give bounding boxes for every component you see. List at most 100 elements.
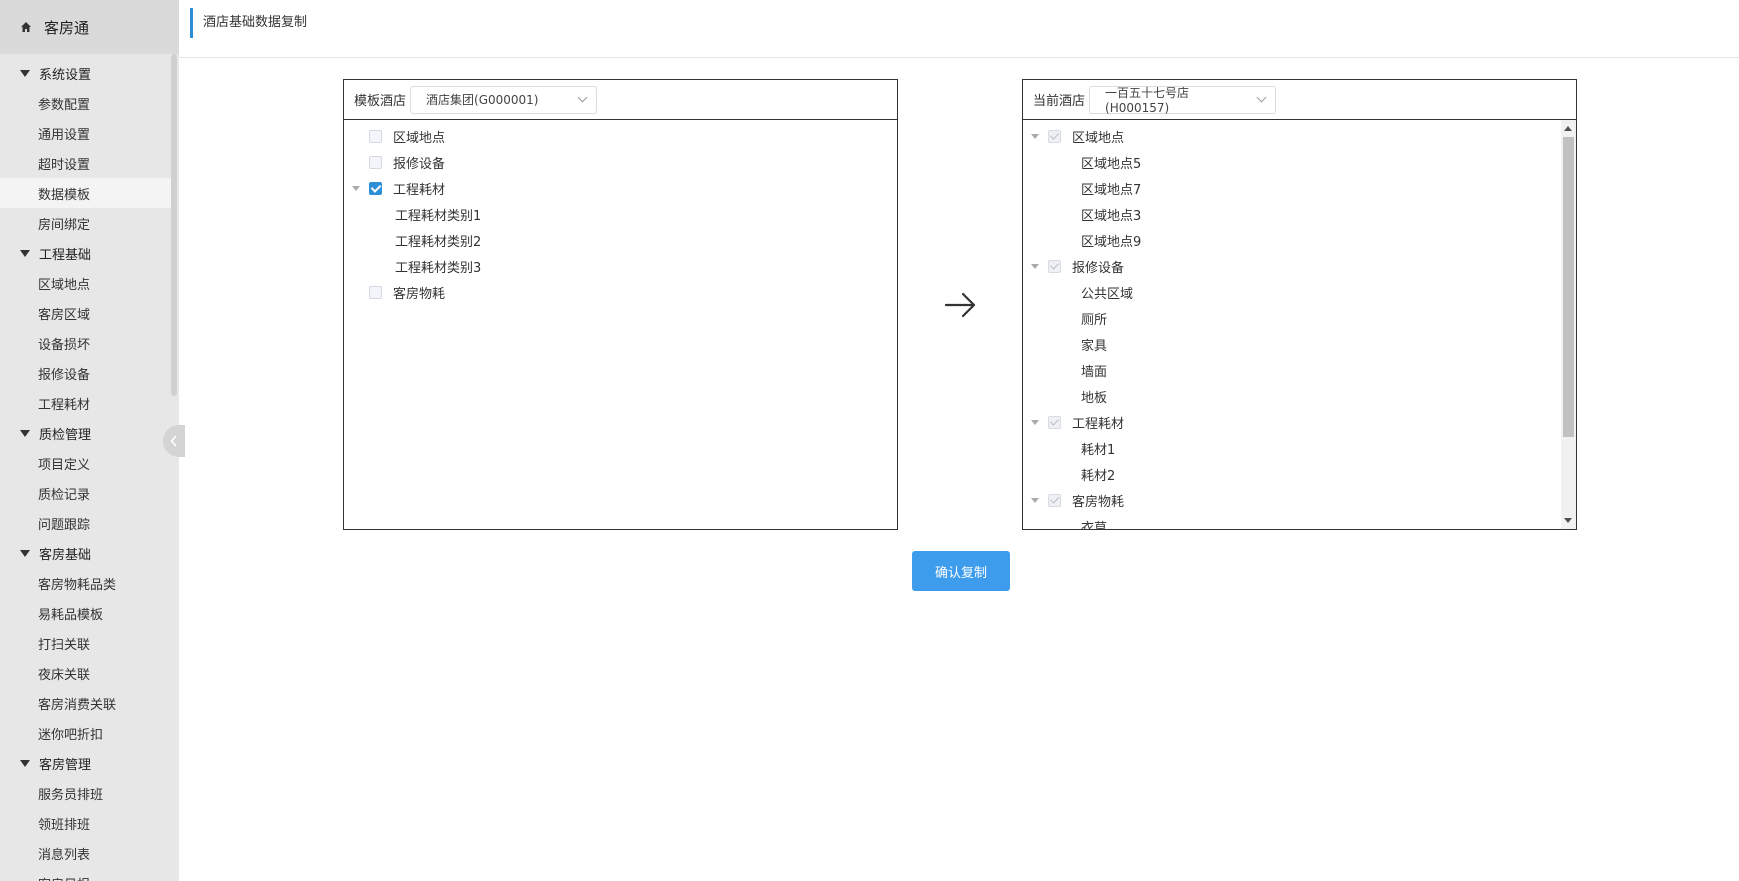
expand-caret-icon[interactable] — [1030, 261, 1040, 271]
tree-leaf: 区域地点5 — [1081, 156, 1142, 172]
caret-down-icon — [20, 759, 30, 767]
expand-caret-icon[interactable] — [1030, 495, 1040, 505]
tree-node[interactable]: 客房物耗 — [1023, 487, 1576, 513]
sidebar-group-label: 客房管理 — [39, 757, 92, 773]
sidebar-item[interactable]: 客房消费关联 — [0, 688, 171, 718]
brand-label: 客房通 — [44, 18, 90, 37]
tree-leaf[interactable]: 工程耗材类别1 — [344, 201, 897, 227]
sidebar-item[interactable]: 设备损坏 — [0, 328, 171, 358]
tree-node[interactable]: 客房物耗 — [344, 279, 897, 305]
tree-leaf: 区域地点7 — [1081, 182, 1142, 198]
tree-node-label: 报修设备 — [393, 156, 446, 172]
current-hotel-label: 当前酒店 — [1033, 94, 1086, 109]
tree-leaf: 地板 — [1081, 390, 1108, 406]
sidebar-item[interactable]: 房间绑定 — [0, 208, 171, 238]
confirm-copy-button[interactable]: 确认复制 — [912, 551, 1010, 591]
caret-down-icon — [20, 69, 30, 77]
sidebar-item[interactable]: 领班排班 — [0, 808, 171, 838]
sidebar-item[interactable]: 客房区域 — [0, 298, 171, 328]
sidebar-item[interactable]: 夜床关联 — [0, 658, 171, 688]
expand-caret-icon[interactable] — [1030, 417, 1040, 427]
caret-down-icon — [20, 249, 30, 257]
sidebar-item[interactable]: 服务员排班 — [0, 778, 171, 808]
expand-caret-icon[interactable] — [351, 183, 361, 193]
tree-leaf: 厕所 — [1081, 312, 1108, 328]
sidebar-item[interactable]: 超时设置 — [0, 148, 171, 178]
sidebar-item[interactable]: 易耗品模板 — [0, 598, 171, 628]
scroll-thumb[interactable] — [1563, 137, 1574, 437]
template-hotel-tree: 区域地点报修设备工程耗材工程耗材类别1 工程耗材类别2 工程耗材类别3 客房物耗 — [344, 120, 897, 529]
sidebar-item[interactable]: 参数配置 — [0, 88, 171, 118]
expand-caret-icon[interactable] — [1030, 131, 1040, 141]
page-title: 酒店基础数据复制 — [190, 8, 307, 38]
tree-node[interactable]: 区域地点 — [1023, 123, 1576, 149]
current-hotel-header: 当前酒店 一百五十七号店(H000157) — [1023, 80, 1576, 120]
sidebar-group[interactable]: 工程基础 — [0, 238, 179, 268]
caret-down-icon — [20, 549, 30, 557]
tree-node[interactable]: 报修设备 — [344, 149, 897, 175]
scroll-down-icon[interactable] — [1564, 518, 1572, 523]
template-hotel-panel: 模板酒店 酒店集团(G000001) 区域地点 报修设备 工程耗材 工程耗材类别1 工程… — [343, 79, 898, 530]
current-hotel-select[interactable]: 一百五十七号店(H000157) — [1089, 85, 1277, 115]
tree-checkbox[interactable] — [369, 155, 382, 169]
template-hotel-select-value: 酒店集团(G000001) — [426, 93, 539, 107]
tree-node[interactable]: 工程耗材 — [344, 175, 897, 201]
sidebar-menu: 系统设置参数配置 通用设置 超时设置 数据模板 房间绑定 工程基础 区域地点 客房区域 设备损坏… — [0, 54, 179, 881]
tree-leaf[interactable]: 工程耗材类别3 — [344, 253, 897, 279]
sidebar-group-label: 系统设置 — [39, 67, 92, 83]
home-icon — [21, 22, 31, 32]
tree-checkbox-disabled — [1048, 493, 1061, 507]
template-hotel-header: 模板酒店 酒店集团(G000001) — [344, 80, 897, 120]
sidebar-item[interactable]: 报修设备 — [0, 358, 171, 388]
template-hotel-select[interactable]: 酒店集团(G000001) — [410, 85, 598, 114]
sidebar-item[interactable]: 数据模板 — [0, 178, 171, 208]
chevron-left-icon — [170, 435, 177, 447]
tree-node-label: 客房物耗 — [393, 286, 446, 302]
tree-node[interactable]: 区域地点 — [344, 123, 897, 149]
tree-node[interactable]: 报修设备 — [1023, 253, 1576, 279]
arrow-right-icon — [944, 292, 976, 318]
sidebar-item[interactable]: 工程耗材 — [0, 388, 171, 418]
tree-checkbox[interactable] — [369, 129, 382, 143]
sidebar-item[interactable]: 区域地点 — [0, 268, 171, 298]
tree-scrollbar[interactable] — [1561, 120, 1576, 529]
sidebar-group[interactable]: 客房管理 — [0, 748, 179, 778]
sidebar-item[interactable]: 迷你吧折扣 — [0, 718, 171, 748]
sidebar-group-label: 质检管理 — [39, 427, 92, 443]
sidebar-group[interactable]: 客房基础 — [0, 538, 179, 568]
tree-checkbox[interactable] — [369, 285, 382, 299]
sidebar-item[interactable]: 问题跟踪 — [0, 508, 171, 538]
sidebar-scrollbar[interactable] — [171, 54, 177, 396]
current-hotel-tree: 区域地点 区域地点5 区域地点7 区域地点3 区域地点9 报修设备 公共区域 厕所 家具 墙面 地板… — [1023, 120, 1576, 529]
tree-leaf: 家具 — [1081, 338, 1108, 354]
sidebar-item[interactable]: 打扫关联 — [0, 628, 171, 658]
sidebar-item[interactable]: 消息列表 — [0, 838, 171, 868]
sidebar-item[interactable]: 通用设置 — [0, 118, 171, 148]
tree-node-label: 客房物耗 — [1072, 494, 1125, 510]
tree-checkbox-disabled — [1048, 415, 1061, 429]
page-header: 酒店基础数据复制 — [179, 0, 1739, 58]
sidebar: 客房通 系统设置参数配置 通用设置 超时设置 数据模板 房间绑定 工程基础 区域地点 客房区域… — [0, 0, 179, 881]
tree-node-label: 工程耗材 — [393, 182, 446, 198]
sidebar-item[interactable]: 客房物耗品类 — [0, 568, 171, 598]
current-hotel-panel: 当前酒店 一百五十七号店(H000157) 区域地点 区域地点5 区域地点7 区域地点… — [1022, 79, 1577, 530]
tree-checkbox-disabled — [1048, 129, 1061, 143]
tree-node-label: 区域地点 — [393, 130, 446, 146]
chevron-down-icon — [1256, 92, 1267, 103]
sidebar-group[interactable]: 系统设置 — [0, 58, 179, 88]
scroll-up-icon[interactable] — [1564, 126, 1572, 131]
sidebar-item[interactable]: 质检记录 — [0, 478, 171, 508]
tree-node[interactable]: 工程耗材 — [1023, 409, 1576, 435]
sidebar-brand[interactable]: 客房通 — [0, 0, 179, 54]
tree-leaf: 耗材1 — [1081, 442, 1116, 458]
tree-leaf[interactable]: 工程耗材类别2 — [344, 227, 897, 253]
sidebar-group-label: 客房基础 — [39, 547, 92, 563]
tree-leaf: 衣草 — [1081, 520, 1108, 530]
sidebar-item[interactable]: 项目定义 — [0, 448, 171, 478]
sidebar-group[interactable]: 质检管理 — [0, 418, 179, 448]
sidebar-item[interactable]: 客房日报 — [0, 868, 171, 881]
tree-checkbox[interactable] — [369, 181, 382, 195]
